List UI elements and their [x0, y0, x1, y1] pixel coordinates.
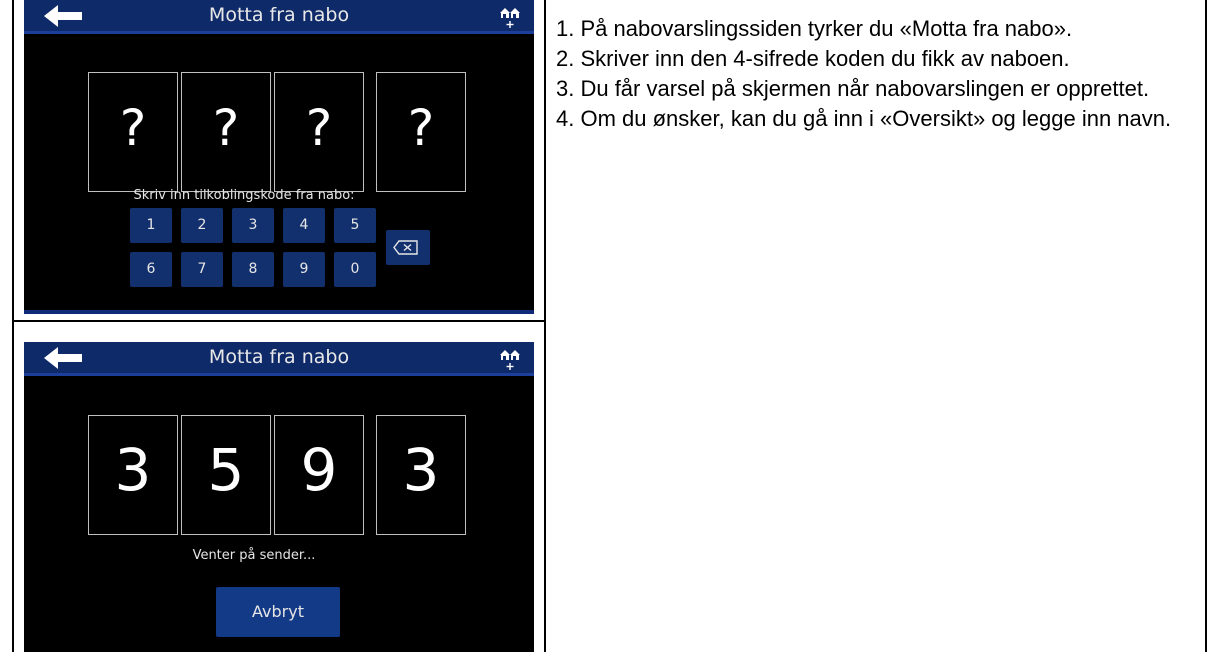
page-title: Motta fra nabo [208, 346, 350, 368]
backspace-button[interactable] [386, 230, 430, 265]
title-bar: Motta fra nabo [24, 342, 534, 376]
instruction-step-3: 3. Du får varsel på skjermen når nabovar… [556, 76, 1150, 101]
keypad-key-5[interactable]: 5 [334, 208, 376, 243]
code-digit-1: 3 [88, 415, 178, 535]
instruction-step-4: 4. Om du ønsker, kan du gå inn i «Oversi… [556, 106, 1172, 131]
code-digit-2: 5 [181, 415, 271, 535]
device-screen-code-entry: Motta fra nabo ? ? ? ? Skriv inn tilkobl… [24, 0, 534, 314]
table-row-divider [12, 320, 545, 322]
keypad-key-1[interactable]: 1 [130, 208, 172, 243]
device-screen-waiting: Motta fra nabo 3 5 9 3 Venter på sender.… [24, 342, 534, 652]
table-border-right [1205, 0, 1207, 652]
keypad-key-9[interactable]: 9 [283, 252, 325, 287]
title-bar: Motta fra nabo [24, 0, 534, 34]
code-digit-3: ? [274, 72, 364, 192]
instruction-step-2: 2. Skriver inn den 4-sifrede koden du fi… [556, 46, 1070, 71]
keypad-key-3[interactable]: 3 [232, 208, 274, 243]
keypad-key-8[interactable]: 8 [232, 252, 274, 287]
keypad-key-4[interactable]: 4 [283, 208, 325, 243]
keypad-key-7[interactable]: 7 [181, 252, 223, 287]
instruction-step-1: 1. På nabovarslingssiden tyrker du «Mott… [556, 16, 1073, 41]
code-digit-1: ? [88, 72, 178, 192]
code-prompt: Skriv inn tilkoblingskode fra nabo: [133, 188, 355, 203]
keypad-key-0[interactable]: 0 [334, 252, 376, 287]
code-digit-4: 3 [376, 415, 466, 535]
code-digit-3: 9 [274, 415, 364, 535]
table-border-middle [544, 0, 546, 652]
code-digit-4: ? [376, 72, 466, 192]
code-digit-2: ? [181, 72, 271, 192]
neighbor-add-icon[interactable] [498, 347, 522, 371]
status-text: Venter på sender... [192, 548, 316, 563]
keypad-key-6[interactable]: 6 [130, 252, 172, 287]
keypad-key-2[interactable]: 2 [181, 208, 223, 243]
instructions-text: 1. På nabovarslingssiden tyrker du «Mott… [556, 14, 1196, 134]
backspace-icon [393, 240, 418, 255]
document-table: Motta fra nabo ? ? ? ? Skriv inn tilkobl… [0, 0, 1208, 652]
page-title: Motta fra nabo [208, 4, 350, 26]
cancel-button[interactable]: Avbryt [216, 587, 340, 637]
table-border-left [12, 0, 14, 652]
neighbor-add-icon[interactable] [498, 5, 522, 29]
screen-bottom-border [24, 310, 534, 314]
